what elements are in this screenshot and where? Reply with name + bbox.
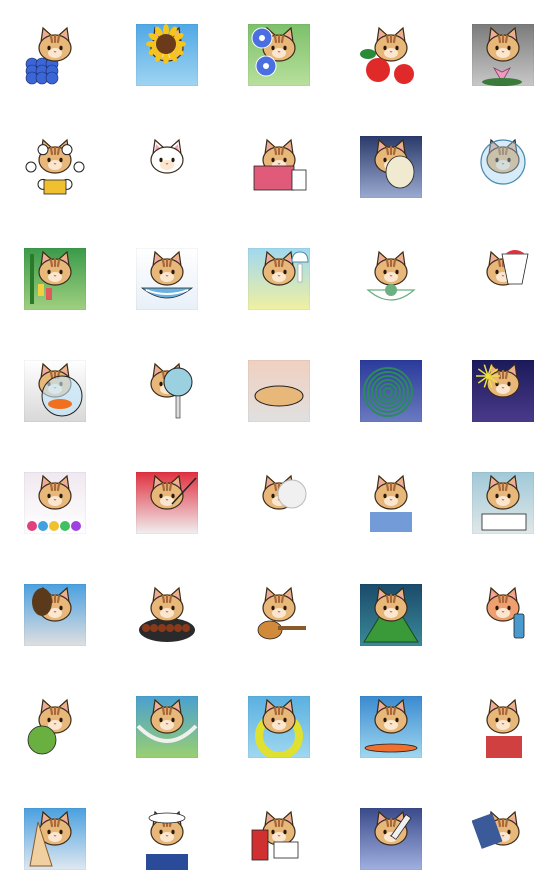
mosquito-coil-cat-illustration bbox=[360, 360, 422, 422]
sunflower-cat-sticker[interactable] bbox=[136, 24, 198, 86]
swim-ring-cat-illustration bbox=[248, 696, 310, 758]
aloha-shirt-cat-sticker[interactable] bbox=[472, 696, 534, 758]
hammock-cat-illustration bbox=[136, 696, 198, 758]
sunscreen-cat-sticker[interactable] bbox=[472, 584, 534, 646]
sprawled-cat-illustration bbox=[248, 360, 310, 422]
cotton-candy-cat-sticker[interactable] bbox=[248, 472, 310, 534]
surfing-cat-sticker[interactable] bbox=[360, 696, 422, 758]
thunder-drum-cat-illustration bbox=[24, 136, 86, 198]
goldfish-prop bbox=[41, 375, 83, 417]
fan-breeze-cat-illustration bbox=[360, 136, 422, 198]
mosquito-coil-cat-sticker[interactable] bbox=[360, 360, 422, 422]
uchiwa-prop bbox=[385, 155, 415, 189]
book-prop bbox=[481, 513, 527, 531]
shaved-ice-cat-sticker[interactable] bbox=[472, 248, 534, 310]
mask-festival-cat-sticker[interactable] bbox=[360, 472, 422, 534]
beetle-cat-illustration bbox=[24, 584, 86, 646]
somen-noodle-cat-illustration bbox=[136, 248, 198, 310]
coconut-drink-cat-illustration bbox=[24, 696, 86, 758]
seashell-cat-illustration bbox=[24, 808, 86, 870]
lying-prop bbox=[254, 385, 304, 407]
morning-glory-cat-sticker[interactable] bbox=[248, 24, 310, 86]
morning-glory-cat-illustration bbox=[248, 24, 310, 86]
coconut-prop bbox=[27, 725, 57, 755]
tanabata-cat-sticker[interactable] bbox=[24, 248, 86, 310]
injection-cat-sticker[interactable] bbox=[360, 808, 422, 870]
ice-pack-cat-illustration bbox=[472, 808, 534, 870]
shaved-ice-cat-illustration bbox=[472, 248, 534, 310]
mailbox-postcard-cat-sticker[interactable] bbox=[248, 808, 310, 870]
sprawled-cat-sticker[interactable] bbox=[248, 360, 310, 422]
seashell-cat-sticker[interactable] bbox=[24, 808, 86, 870]
sunflower-cat-illustration bbox=[136, 24, 198, 86]
ice-pack-cat-sticker[interactable] bbox=[472, 808, 534, 870]
aloha-prop bbox=[486, 736, 522, 758]
mask-festival-cat-illustration bbox=[360, 472, 422, 534]
lotus-pond-cat-sticker[interactable] bbox=[472, 24, 534, 86]
festival-stall-cat-illustration bbox=[24, 472, 86, 534]
surfing-cat-illustration bbox=[360, 696, 422, 758]
sailor-cat-sticker[interactable] bbox=[136, 808, 198, 870]
beetle-cat-sticker[interactable] bbox=[24, 584, 86, 646]
yoyo-prop bbox=[27, 521, 81, 531]
aloha-shirt-cat-illustration bbox=[472, 696, 534, 758]
bbq-cat-illustration bbox=[136, 584, 198, 646]
ghost-cat-sticker[interactable] bbox=[136, 136, 198, 198]
ukulele-cat-sticker[interactable] bbox=[248, 584, 310, 646]
fireworks-cat-sticker[interactable] bbox=[472, 360, 534, 422]
somen-noodle-cat-sticker[interactable] bbox=[136, 248, 198, 310]
camping-tent-cat-illustration bbox=[360, 584, 422, 646]
cotton-candy-cat-illustration bbox=[248, 472, 310, 534]
homework-cat-illustration bbox=[472, 472, 534, 534]
sunscreen-prop bbox=[513, 613, 525, 639]
camping-tent-cat-sticker[interactable] bbox=[360, 584, 422, 646]
cotton-candy-prop bbox=[277, 479, 307, 509]
wind-chime-cat-illustration bbox=[248, 248, 310, 310]
hydrangea-prop bbox=[25, 57, 59, 85]
summer-gift-cat-illustration bbox=[248, 136, 310, 198]
goldfish-bowl-cat-illustration bbox=[24, 360, 86, 422]
ghost-cat-illustration bbox=[136, 136, 198, 198]
sailor-cat-illustration bbox=[136, 808, 198, 870]
bbq-cat-sticker[interactable] bbox=[136, 584, 198, 646]
sticker-grid bbox=[24, 24, 536, 872]
conductor-cat-sticker[interactable] bbox=[136, 472, 198, 534]
fishbowl-helmet-cat-sticker[interactable] bbox=[472, 136, 534, 198]
fishbowl-helmet-cat-illustration bbox=[472, 136, 534, 198]
fan-breeze-cat-sticker[interactable] bbox=[360, 136, 422, 198]
electric-fan-cat-illustration bbox=[136, 360, 198, 422]
hibiscus-cat-sticker[interactable] bbox=[360, 24, 422, 86]
electric-fan-cat-sticker[interactable] bbox=[136, 360, 198, 422]
lotus-pond-cat-illustration bbox=[472, 24, 534, 86]
injection-cat-illustration bbox=[360, 808, 422, 870]
hydrangea-cat-sticker[interactable] bbox=[24, 24, 86, 86]
mask-prop bbox=[370, 512, 412, 532]
hammock-cat-sticker[interactable] bbox=[136, 696, 198, 758]
conductor-cat-illustration bbox=[136, 472, 198, 534]
thunder-drum-cat-sticker[interactable] bbox=[24, 136, 86, 198]
homework-cat-sticker[interactable] bbox=[472, 472, 534, 534]
mailbox-postcard-cat-illustration bbox=[248, 808, 310, 870]
fireworks-cat-illustration bbox=[472, 360, 534, 422]
surf-prop bbox=[364, 743, 418, 753]
hibiscus-cat-illustration bbox=[360, 24, 422, 86]
watermelon-bowl-cat-sticker[interactable] bbox=[360, 248, 422, 310]
coconut-drink-cat-sticker[interactable] bbox=[24, 696, 86, 758]
summer-gift-cat-sticker[interactable] bbox=[248, 136, 310, 198]
bowl-prop bbox=[480, 139, 526, 185]
wind-chime-cat-sticker[interactable] bbox=[248, 248, 310, 310]
swim-ring-cat-sticker[interactable] bbox=[248, 696, 310, 758]
sunscreen-cat-illustration bbox=[472, 584, 534, 646]
festival-stall-cat-sticker[interactable] bbox=[24, 472, 86, 534]
goldfish-bowl-cat-sticker[interactable] bbox=[24, 360, 86, 422]
gift-prop bbox=[253, 165, 307, 191]
hydrangea-cat-illustration bbox=[24, 24, 86, 86]
beetle-prop bbox=[32, 588, 52, 616]
tanabata-cat-illustration bbox=[24, 248, 86, 310]
ukulele-cat-illustration bbox=[248, 584, 310, 646]
watermelon-bowl-cat-illustration bbox=[360, 248, 422, 310]
